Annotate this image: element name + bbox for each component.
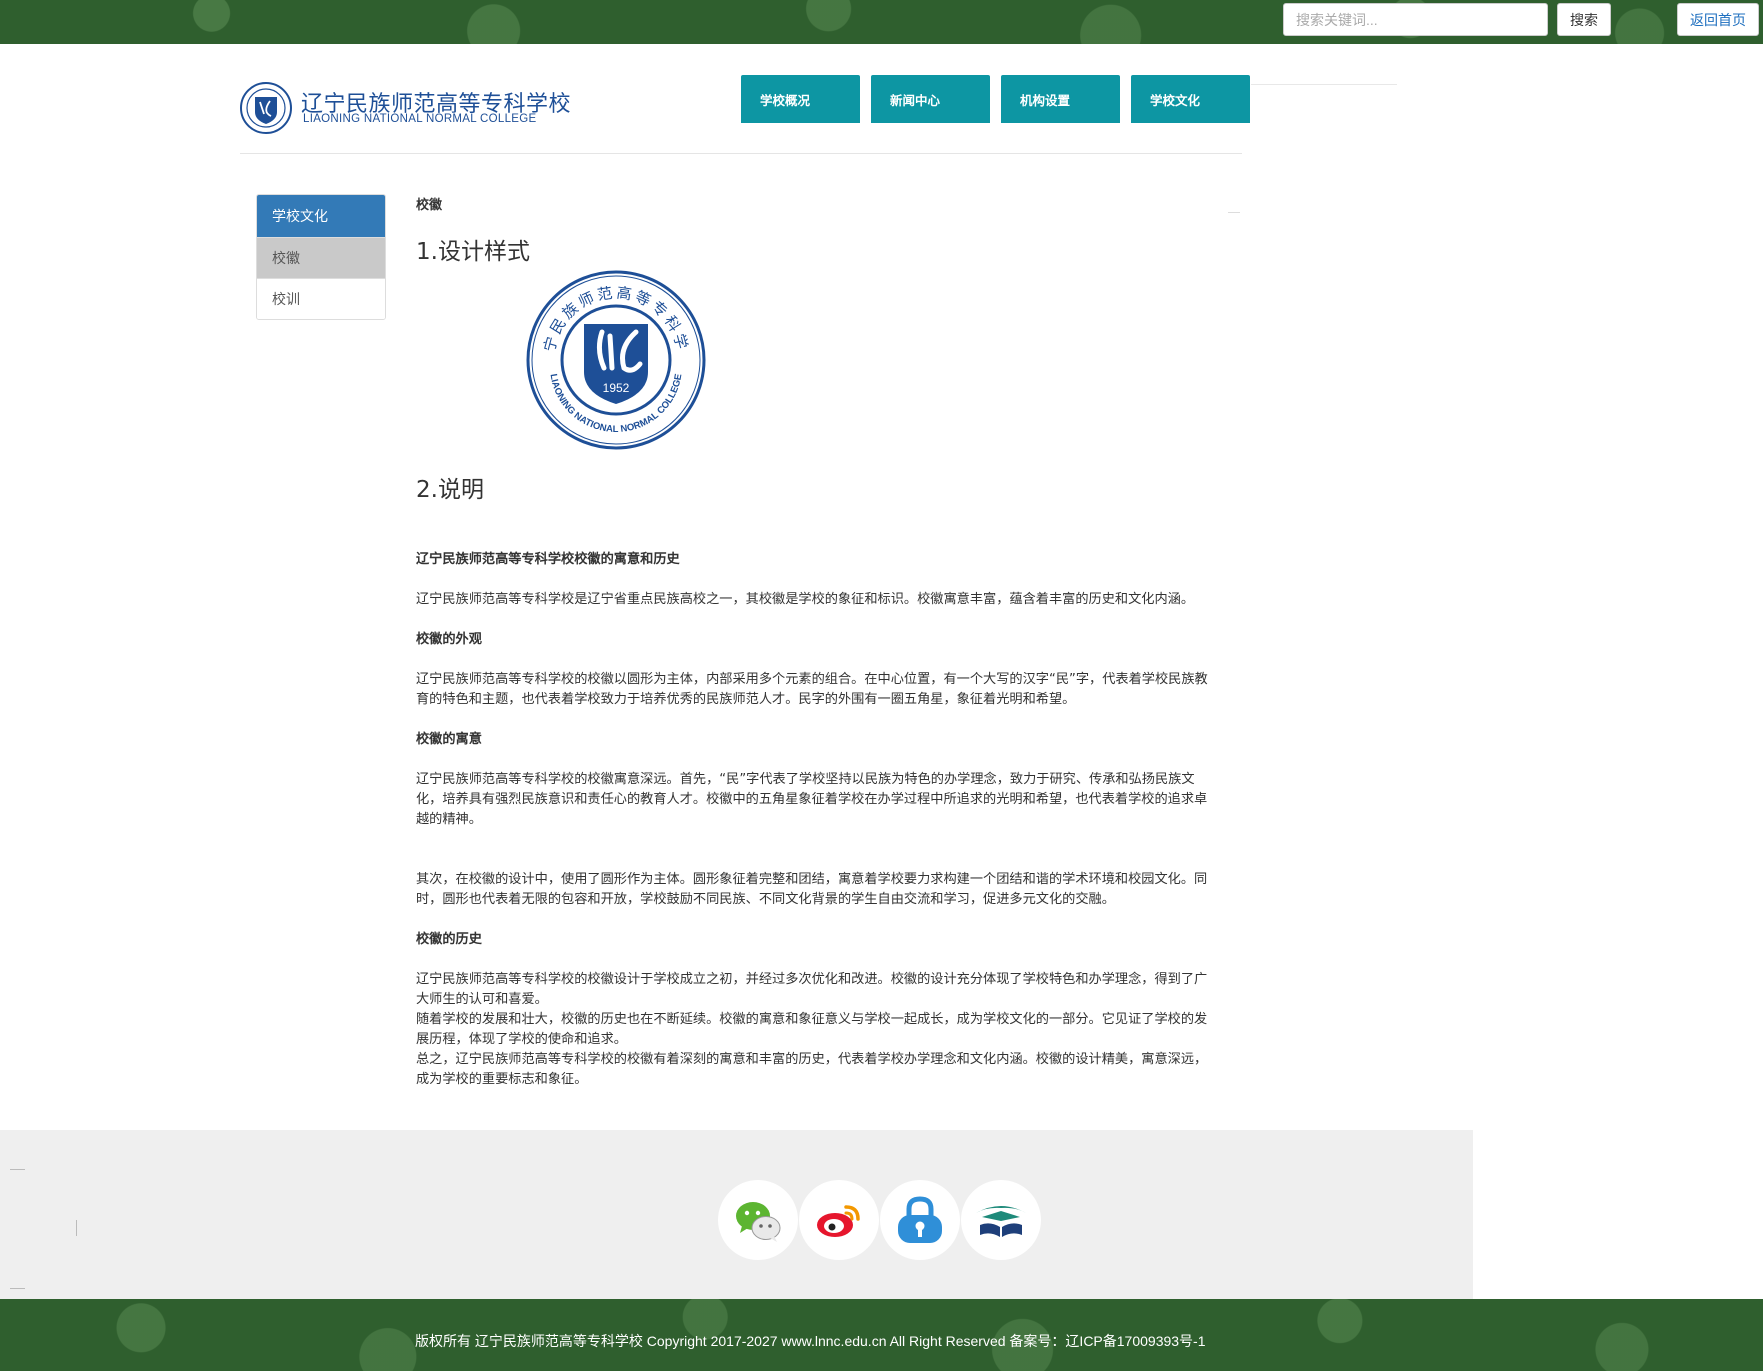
sidebar: 学校文化 校徽 校训 — [256, 194, 386, 320]
top-bar: 搜索 返回首页 — [0, 0, 1763, 44]
article-paragraph: 总之，辽宁民族师范高等专科学校的校徽有着深刻的寓意和丰富的历史，代表着学校办学理… — [416, 1052, 1208, 1087]
nav-item-news-center[interactable]: 新闻中心 — [871, 75, 990, 123]
wechat-icon — [736, 1202, 781, 1242]
article-paragraph: 其次，在校徽的设计中，使用了圆形作为主体。圆形象征着完整和团结，寓意着学校要力求… — [416, 872, 1208, 907]
weibo-icon — [817, 1205, 860, 1237]
school-emblem-image: 辽宁民族师范高等专科学校 LIAONING NATIONAL NORMAL CO… — [526, 270, 706, 450]
social-links — [718, 1180, 1042, 1260]
article-paragraph: 辽宁民族师范高等专科学校的校徽寓意深远。首先，“民”字代表了学校坚持以民族为特色… — [416, 772, 1208, 827]
wechat-button[interactable] — [718, 1180, 798, 1260]
section-heading-design: 1.设计样式 — [416, 239, 530, 265]
article-subheading: 辽宁民族师范高等专科学校校徽的寓意和历史 — [416, 552, 680, 567]
library-button[interactable] — [961, 1180, 1041, 1260]
article-body: 辽宁民族师范高等专科学校校徽的寓意和历史 辽宁民族师范高等专科学校是辽宁省重点民… — [416, 550, 1216, 1090]
main-content: 校徽 1.设计样式 辽宁民族师范高等专科学校 LIAONING NATIONAL… — [416, 194, 1240, 1087]
home-button[interactable]: 返回首页 — [1677, 3, 1759, 36]
search-button[interactable]: 搜索 — [1557, 3, 1611, 36]
nav-item-school-culture[interactable]: 学校文化 — [1131, 75, 1250, 123]
main-nav: 学校概况 新闻中心 机构设置 学校文化 — [741, 75, 1250, 123]
nav-item-school-overview[interactable]: 学校概况 — [741, 75, 860, 123]
article-subheading: 校徽的历史 — [416, 932, 482, 947]
article-paragraph: 随着学校的发展和壮大，校徽的历史也在不断延续。校徽的寓意和象征意义与学校一起成长… — [416, 1012, 1208, 1047]
search-input[interactable] — [1283, 3, 1548, 36]
lock-button[interactable] — [880, 1180, 960, 1260]
sidebar-title: 学校文化 — [257, 195, 385, 237]
emblem-year: 1952 — [603, 381, 630, 395]
footer-divider — [76, 1220, 77, 1236]
footer-divider — [10, 1169, 25, 1170]
section-heading-description: 2.说明 — [416, 477, 484, 503]
title-divider — [1228, 212, 1240, 213]
school-logo[interactable] — [240, 82, 292, 134]
page-title: 校徽 — [416, 198, 443, 213]
copyright-text: 版权所有 辽宁民族师范高等专科学校 Copyright 2017-2027 ww… — [415, 1333, 1206, 1349]
sidebar-item-emblem[interactable]: 校徽 — [257, 237, 385, 278]
article-subheading: 校徽的寓意 — [416, 732, 482, 747]
footer-divider — [10, 1288, 25, 1289]
nav-item-organization[interactable]: 机构设置 — [1001, 75, 1120, 123]
nav-divider — [1251, 84, 1397, 85]
header-divider — [240, 153, 1242, 154]
sidebar-item-motto[interactable]: 校训 — [257, 278, 385, 319]
weibo-button[interactable] — [799, 1180, 879, 1260]
article-paragraph: 辽宁民族师范高等专科学校的校徽设计于学校成立之初，并经过多次优化和改进。校徽的设… — [416, 972, 1208, 1007]
school-name-en: LIAONING NATIONAL NORMAL COLLEGE — [303, 113, 537, 125]
book-pavilion-icon — [976, 1206, 1026, 1237]
article-paragraph: 辽宁民族师范高等专科学校是辽宁省重点民族高校之一，其校徽是学校的象征和标识。校徽… — [416, 592, 1195, 607]
lock-icon — [898, 1196, 942, 1243]
article-subheading: 校徽的外观 — [416, 632, 482, 647]
article-paragraph: 辽宁民族师范高等专科学校的校徽以圆形为主体，内部采用多个元素的组合。在中心位置，… — [416, 672, 1208, 707]
